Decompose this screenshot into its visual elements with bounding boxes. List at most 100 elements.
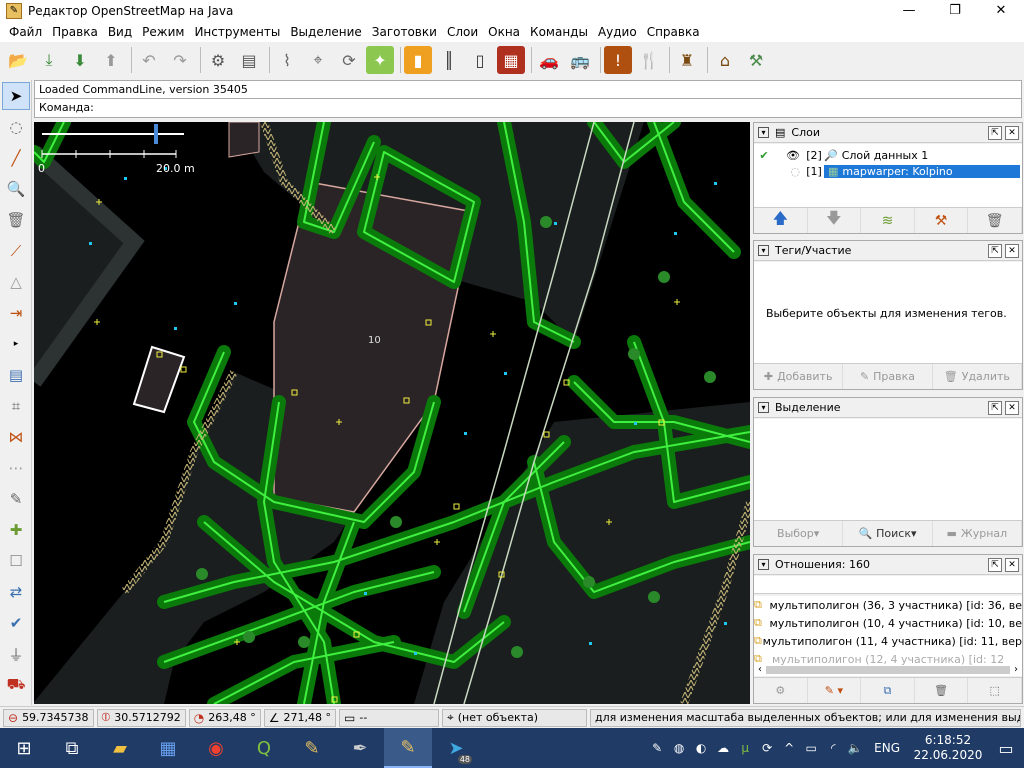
merge-side-icon[interactable]: ⇄ <box>2 578 30 606</box>
tray-monitor-icon[interactable]: ▭ <box>801 741 821 755</box>
bus-icon[interactable]: 🚌 <box>566 46 594 74</box>
select-button[interactable]: Выбор ▾ <box>754 521 844 546</box>
collapse-icon[interactable]: ▾ <box>758 559 769 570</box>
tray-wifi-icon[interactable]: ◜ <box>823 741 843 755</box>
map-view[interactable]: 10 0 20.0 m <box>34 122 750 704</box>
layers-side-icon[interactable]: ▤ <box>2 361 30 389</box>
inkscape-icon[interactable]: ✒ <box>336 728 384 768</box>
collapse-icon[interactable]: ▾ <box>758 127 769 138</box>
preferences-icon[interactable]: ⚙ <box>204 46 232 74</box>
filter-side-icon[interactable]: ⏚ <box>2 640 30 668</box>
open-icon[interactable]: 📂 <box>4 46 32 74</box>
clock[interactable]: 6:18:52 22.06.2020 <box>908 733 988 763</box>
road-icon[interactable]: ║ <box>435 46 463 74</box>
wall-icon[interactable]: ▦ <box>497 46 525 74</box>
menu-file[interactable]: Файл <box>4 22 47 42</box>
detach-icon[interactable]: ⇱ <box>988 400 1002 415</box>
upload-icon[interactable]: ⬆ <box>97 46 125 74</box>
menu-audio[interactable]: Аудио <box>593 22 642 42</box>
app-icon[interactable]: ▦ <box>144 728 192 768</box>
delete-tag-button[interactable]: 🗑 Удалить <box>933 364 1022 389</box>
move-down-button[interactable]: 🡇 <box>808 208 862 233</box>
list-item[interactable]: ⧉ мультиполигон (10, 4 участника) [id: 10… <box>754 614 1022 632</box>
tray-sync-icon[interactable]: ◐ <box>691 741 711 755</box>
delete-relation-button[interactable]: 🗑 <box>915 678 969 703</box>
relations-filter-input[interactable] <box>754 576 1022 594</box>
tray-app-icon[interactable]: ✎ <box>647 741 667 755</box>
tool-icon[interactable]: ⚒ <box>742 46 770 74</box>
josm-icon[interactable]: ✎ <box>288 728 336 768</box>
author-side-icon[interactable]: ⛟ <box>2 671 30 699</box>
josm-active-icon[interactable]: ✎ <box>384 728 432 768</box>
list-item[interactable]: ⧉ мультиполигон (11, 4 участника) [id: 11… <box>754 632 1022 650</box>
history-button[interactable]: ▬ Журнал <box>933 521 1022 546</box>
menu-commands[interactable]: Команды <box>525 22 593 42</box>
add-tag-button[interactable]: ✚ Добавить <box>754 364 844 389</box>
download-icon[interactable]: ⬇ <box>66 46 94 74</box>
lasso-mode-icon[interactable]: ◌ <box>2 113 30 141</box>
command-input[interactable]: Команда: <box>34 99 1022 118</box>
menu-help[interactable]: Справка <box>642 22 705 42</box>
zoom-mode-icon[interactable]: 🔍 <box>2 175 30 203</box>
satellite-icon[interactable]: ✦ <box>366 46 394 74</box>
check-side-icon[interactable]: ✔ <box>2 609 30 637</box>
traffic-icon[interactable]: ▮ <box>404 46 432 74</box>
collapse-icon[interactable]: ▾ <box>758 245 769 256</box>
building-icon[interactable]: ▯ <box>466 46 494 74</box>
select-relation-button[interactable]: ⬚ <box>968 678 1022 703</box>
visibility-hidden-icon[interactable]: ◌ <box>774 165 804 178</box>
edit-relation-button[interactable]: ✎ ▾ <box>808 678 862 703</box>
tray-volume-icon[interactable]: 🔈 <box>845 741 865 755</box>
notifications-icon[interactable]: ▭ <box>988 739 1024 758</box>
delete-mode-icon[interactable]: 🗑 <box>2 206 30 234</box>
qgis-icon[interactable]: Q <box>240 728 288 768</box>
more-tools-icon[interactable]: ▸ <box>2 330 30 358</box>
close-panel-icon[interactable]: ✕ <box>1005 243 1019 258</box>
language-indicator[interactable]: ENG <box>874 741 900 755</box>
layer-row-imagery[interactable]: ◌ [1] ▦ mapwarper: Kolpino <box>754 163 1022 179</box>
detach-icon[interactable]: ⇱ <box>988 125 1002 140</box>
validator-side-icon[interactable]: ✚ <box>2 516 30 544</box>
chrome-icon[interactable]: ◉ <box>192 728 240 768</box>
detach-icon[interactable]: ⇱ <box>988 557 1002 572</box>
merge-layers-button[interactable]: ≋ <box>861 208 915 233</box>
draw-mode-icon[interactable]: ╱ <box>2 144 30 172</box>
tray-update-icon[interactable]: ⟳ <box>757 741 777 755</box>
file-explorer-icon[interactable]: ▰ <box>96 728 144 768</box>
castle-icon[interactable]: ♜ <box>673 46 701 74</box>
task-view-icon[interactable]: ⧉ <box>48 728 96 768</box>
list-item[interactable]: ⧉ мультиполигон (36, 3 участника) [id: 36… <box>754 596 1022 614</box>
parallel-mode-icon[interactable]: ⟋ <box>2 237 30 265</box>
notes-side-icon[interactable]: ☐ <box>2 547 30 575</box>
tray-cloud-icon[interactable]: ☁ <box>713 741 733 755</box>
improve-way-icon[interactable]: △ <box>2 268 30 296</box>
search-button[interactable]: 🔍 Поиск ▾ <box>843 521 933 546</box>
layer-settings-button[interactable]: ⚒ <box>915 208 969 233</box>
detach-icon[interactable]: ⇱ <box>988 243 1002 258</box>
menu-mode[interactable]: Режим <box>137 22 189 42</box>
conflict-side-icon[interactable]: ✎ <box>2 485 30 513</box>
edit-tag-button[interactable]: ✎ Правка <box>843 364 933 389</box>
menu-selection[interactable]: Выделение <box>285 22 366 42</box>
info-icon[interactable]: ! <box>604 46 632 74</box>
menu-tools[interactable]: Инструменты <box>189 22 285 42</box>
save-icon[interactable]: ⤓ <box>35 46 63 74</box>
close-panel-icon[interactable]: ✕ <box>1005 400 1019 415</box>
layer-row-data[interactable]: ✔ 👁 [2] 🔎 Слой данных 1 <box>754 147 1022 163</box>
collapse-icon[interactable]: ▾ <box>758 402 769 413</box>
duplicate-relation-button[interactable]: ⧉ <box>861 678 915 703</box>
car-icon[interactable]: 🚗 <box>535 46 563 74</box>
menu-view[interactable]: Вид <box>103 22 137 42</box>
history-side-icon[interactable]: ⋯ <box>2 454 30 482</box>
refresh-icon[interactable]: ⟳ <box>335 46 363 74</box>
move-up-button[interactable]: 🡅 <box>754 208 808 233</box>
tags-side-icon[interactable]: ⌗ <box>2 392 30 420</box>
visibility-eye-icon[interactable]: 👁 <box>774 149 804 162</box>
redo-icon[interactable]: ↷ <box>166 46 194 74</box>
tray-network-icon[interactable]: ◍ <box>669 741 689 755</box>
relation-settings-button[interactable]: ⚙ <box>754 678 808 703</box>
tray-torrent-icon[interactable]: µ <box>735 741 755 755</box>
telegram-icon[interactable]: ➤ 48 <box>432 728 480 768</box>
horizontal-scrollbar[interactable]: ‹ › <box>758 664 1018 676</box>
tray-expand-icon[interactable]: ^ <box>779 741 799 755</box>
